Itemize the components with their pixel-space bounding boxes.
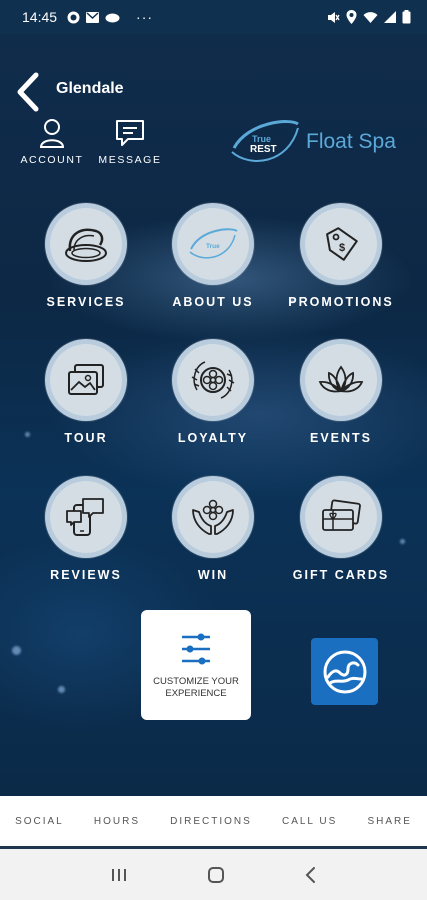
tile-circle [45,203,127,285]
brand-name: Float Spa [306,130,396,153]
customize-experience-button[interactable]: CUSTOMIZE YOUR EXPERIENCE [141,610,251,720]
hands-flower-icon [192,499,234,535]
background-bokeh [12,646,21,655]
tile-circle [45,339,127,421]
loyalty-tile[interactable]: LOYALTY [148,339,278,445]
reviews-tile[interactable]: REVIEWS [21,476,151,582]
float-pod-icon [65,228,107,262]
services-label: SERVICES [46,295,126,309]
nav-call-us[interactable]: CALL US [282,816,337,827]
tile-circle: True [172,203,254,285]
nav-directions[interactable]: DIRECTIONS [170,816,252,827]
true-rest-logo-icon: True [189,228,238,259]
reviews-label: REVIEWS [50,568,122,582]
tile-circle [172,339,254,421]
lotus-icon [318,365,364,393]
win-tile[interactable]: WIN [148,476,278,582]
back-button[interactable] [14,72,44,112]
true-rest-logo-icon: True REST [231,120,299,162]
top-header: Glendale ACCOUNT MESSAGE True REST Float… [0,34,427,166]
signal-icon [384,11,396,23]
tile-circle [300,476,382,558]
events-tile[interactable]: EVENTS [276,339,406,445]
status-more-icon: ··· [136,9,154,25]
status-right-icons [327,10,411,24]
nav-share[interactable]: SHARE [367,816,411,827]
nav-hours[interactable]: HOURS [94,816,140,827]
photo-gallery-icon [68,364,104,395]
account-label: ACCOUNT [20,154,84,166]
services-tile[interactable]: SERVICES [21,203,151,309]
gift-cards-tile[interactable]: GIFT CARDS [276,476,406,582]
location-name: Glendale [56,80,124,97]
events-label: EVENTS [309,431,372,445]
background-bokeh [58,686,65,693]
bottom-nav: SOCIAL HOURS DIRECTIONS CALL US SHARE [0,796,427,846]
status-left-icons [67,11,120,24]
tour-tile[interactable]: TOUR [21,339,151,445]
gift-cards-label: GIFT CARDS [292,568,390,582]
gift-card-icon [322,499,361,531]
chevron-left-icon [17,72,39,112]
recent-apps-icon[interactable] [110,867,128,883]
about-us-tile[interactable]: True ABOUT US [148,203,278,309]
battery-icon [402,10,411,24]
home-icon[interactable] [207,866,225,884]
user-icon [39,119,65,148]
status-time: 14:45 [22,9,58,25]
promotions-label: PROMOTIONS [288,295,394,309]
chat-bubble-icon [116,120,144,146]
system-nav-bar [0,849,427,900]
flower-badge-icon [191,361,235,399]
nav-social[interactable]: SOCIAL [15,816,64,827]
back-icon[interactable] [304,866,318,884]
tile-circle [45,476,127,558]
wave-button[interactable] [311,638,378,705]
brand-badge-top: True [252,134,271,144]
svg-text:$: $ [339,242,345,254]
brand-logo: True REST Float Spa [228,118,408,168]
price-tag-icon: $ [326,227,358,261]
sliders-icon [182,633,210,665]
customize-label: CUSTOMIZE YOUR EXPERIENCE [153,676,239,699]
wifi-icon [363,12,378,23]
tile-circle [172,476,254,558]
cloud-icon [105,13,120,22]
mute-icon [328,11,340,23]
promotions-tile[interactable]: $ PROMOTIONS [276,203,406,309]
about-us-label: ABOUT US [172,295,254,309]
vpn-icon [67,11,80,23]
status-bar: 14:45 ··· [0,0,427,34]
account-button[interactable]: ACCOUNT [17,118,87,166]
tile-circle: $ [300,203,382,285]
brand-badge-bottom: REST [250,144,277,155]
gmail-icon [86,11,100,23]
phone-chat-icon [66,498,104,536]
tile-circle [300,339,382,421]
about-badge-text: True [206,243,220,250]
message-button[interactable]: MESSAGE [95,118,165,166]
loyalty-label: LOYALTY [177,431,249,445]
main-screen: Glendale ACCOUNT MESSAGE True REST Float… [0,34,427,796]
message-label: MESSAGE [98,154,162,166]
wave-icon [323,650,366,693]
tour-label: TOUR [64,431,108,445]
location-icon [346,10,357,24]
win-label: WIN [197,568,229,582]
